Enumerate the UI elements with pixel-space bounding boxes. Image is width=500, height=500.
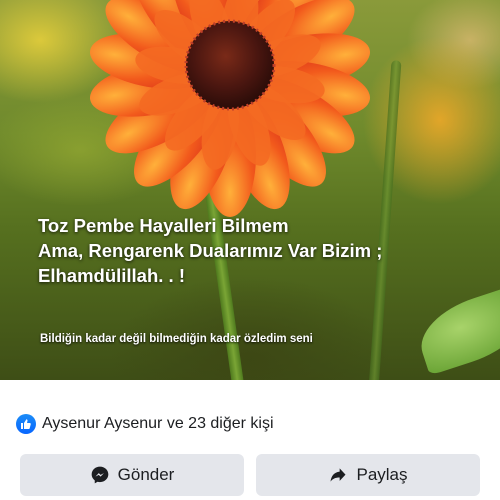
reactions-text: Aysenur Aysenur ve 23 diğer kişi <box>42 415 274 432</box>
image-subcaption: Bildiğin kadar değil bilmediğin kadar öz… <box>40 333 313 345</box>
send-button[interactable]: Gönder <box>20 454 244 496</box>
share-arrow-icon <box>328 465 348 485</box>
image-caption: Toz Pembe Hayalleri Bilmem Ama, Rengaren… <box>38 213 478 288</box>
share-label: Paylaş <box>356 465 408 484</box>
like-icon <box>16 414 36 434</box>
caption-line-2: Ama, Rengarenk Dualarımız Var Bizim ; <box>38 240 383 261</box>
messenger-icon <box>90 465 110 485</box>
image-divider <box>0 380 500 394</box>
send-label: Gönder <box>117 465 175 484</box>
share-button[interactable]: Paylaş <box>256 454 480 496</box>
orange-flower <box>90 0 371 217</box>
caption-line-3: Elhamdülillah. . ! <box>38 265 185 286</box>
caption-line-1: Toz Pembe Hayalleri Bilmem <box>38 215 289 236</box>
post-image[interactable]: Toz Pembe Hayalleri Bilmem Ama, Rengaren… <box>0 0 500 380</box>
leaf <box>411 284 500 376</box>
reactions-summary[interactable]: Aysenur Aysenur ve 23 diğer kişi <box>16 413 274 435</box>
